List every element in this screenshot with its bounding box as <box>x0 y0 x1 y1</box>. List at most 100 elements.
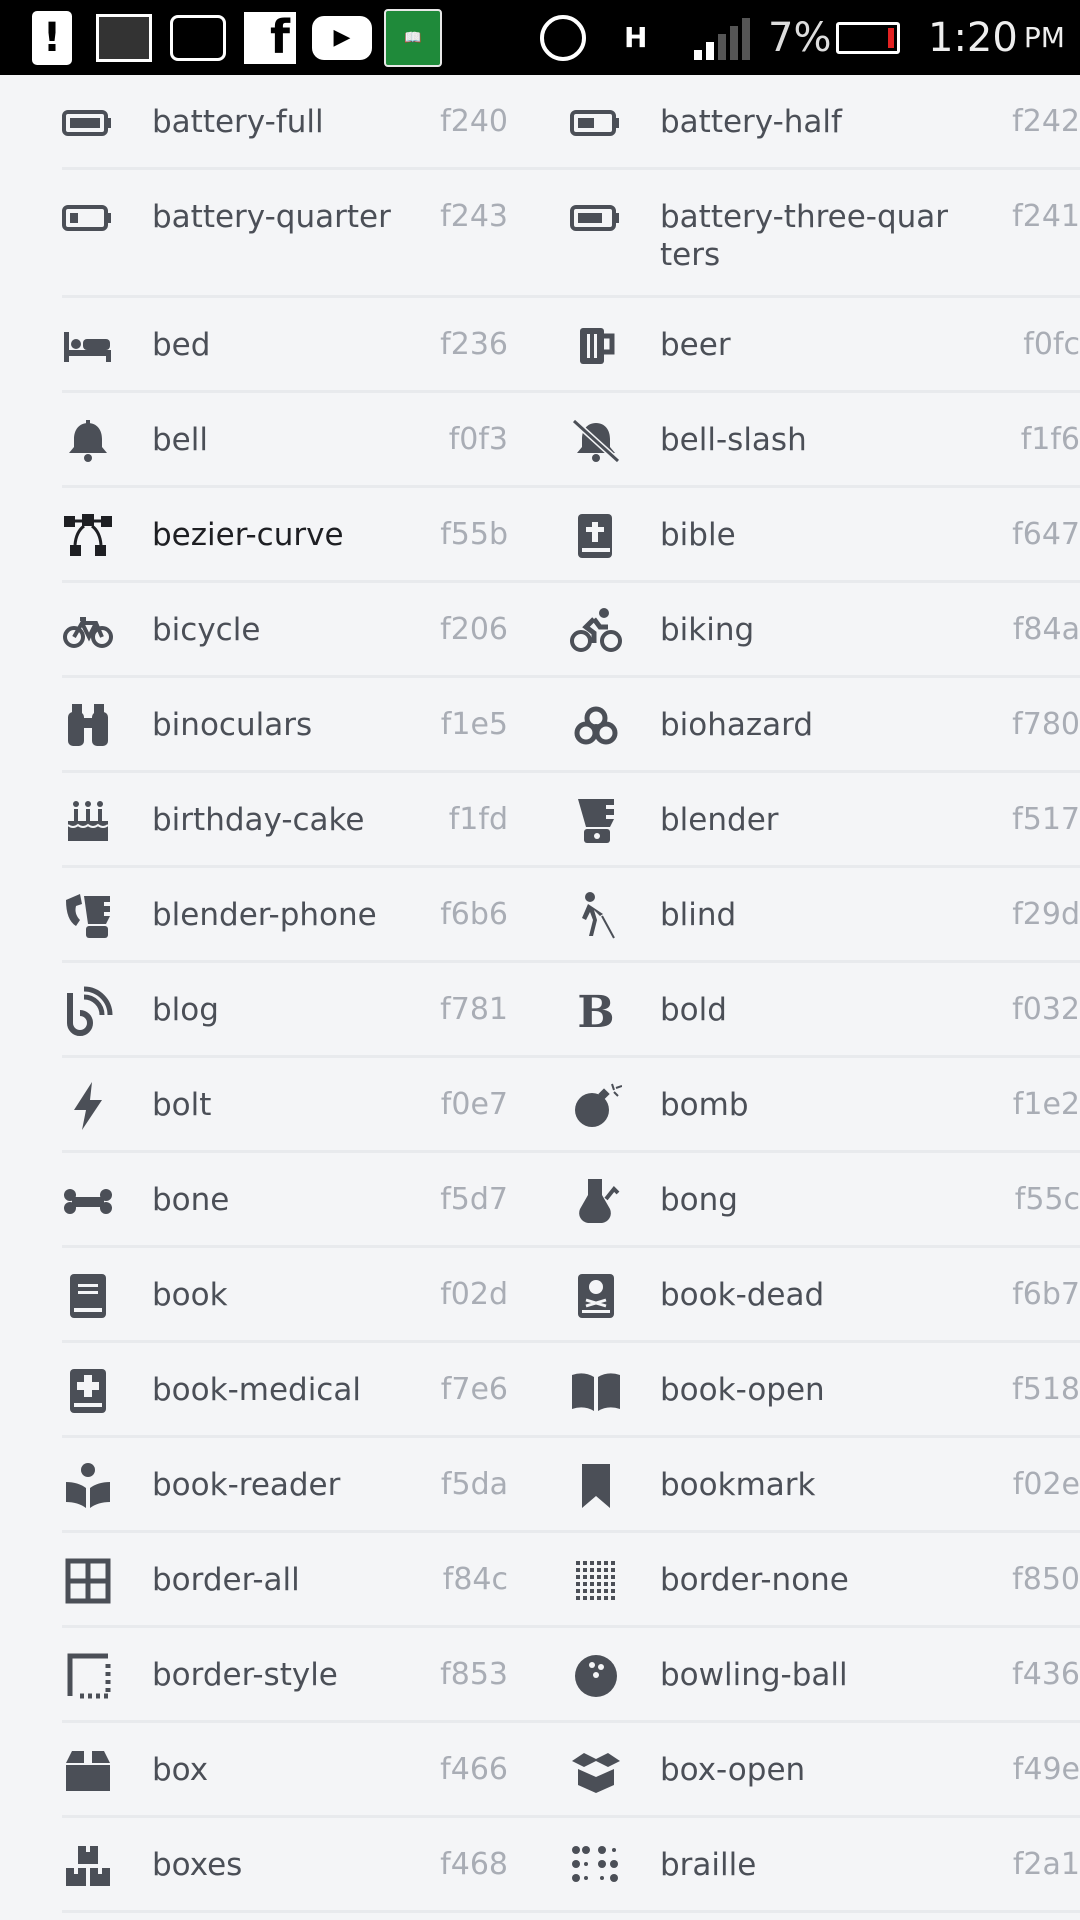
icon-name-line: bell-slash <box>660 422 807 458</box>
icon-item[interactable]: Bbold f032 <box>570 963 1080 1058</box>
signal-strength-icon <box>694 0 752 75</box>
icon-item[interactable]: bible f647 <box>570 488 1080 583</box>
network-type: H <box>624 21 648 54</box>
icon-row: bezier-curve f55b bible f647 <box>62 488 1080 583</box>
icon-code: f240 <box>440 104 508 139</box>
row-divider <box>62 1910 1080 1913</box>
icon-item[interactable]: bell-slash f1f6 <box>570 393 1080 488</box>
bell-slash-icon <box>570 393 622 488</box>
icon-item[interactable]: biohazard f780 <box>570 678 1080 773</box>
icon-row: bed f236 beer f0fc <box>62 298 1080 393</box>
icon-item[interactable]: battery-three-quar ters f241 <box>570 170 1080 298</box>
icon-name: box <box>152 1751 208 1789</box>
icon-name-line: blind <box>660 897 737 933</box>
biking-icon <box>570 583 622 678</box>
icon-name: bell <box>152 421 208 459</box>
battery-full-icon <box>62 75 114 170</box>
icon-row: book f02d book-dead f6b7 <box>62 1248 1080 1343</box>
icon-item[interactable]: blender-phone f6b6 <box>62 868 508 963</box>
icon-item[interactable]: book-dead f6b7 <box>570 1248 1080 1343</box>
icon-item[interactable]: bicycle f206 <box>62 583 508 678</box>
icon-name-line: bookmark <box>660 1467 816 1503</box>
icon-item[interactable]: book-open f518 <box>570 1343 1080 1438</box>
icon-name-line: birthday-cake <box>152 802 365 838</box>
icon-item[interactable]: bookmark f02e <box>570 1438 1080 1533</box>
icon-code: f0f3 <box>448 422 508 457</box>
icon-item[interactable]: biking f84a <box>570 583 1080 678</box>
icon-item[interactable]: book-medical f7e6 <box>62 1343 508 1438</box>
clock-time: 1:20 <box>928 14 1018 61</box>
icon-name-line: biking <box>660 612 755 648</box>
icon-name: braille <box>660 1846 756 1884</box>
icon-row: bicycle f206 biking f84a <box>62 583 1080 678</box>
icon-item[interactable]: blog f781 <box>62 963 508 1058</box>
icon-item[interactable]: box-open f49e <box>570 1723 1080 1818</box>
icon-code: f647 <box>1012 517 1080 552</box>
book-reader-icon <box>62 1438 114 1533</box>
icon-row: bolt f0e7 bomb f1e2 <box>62 1058 1080 1153</box>
icon-name-line: bicycle <box>152 612 261 648</box>
icon-name: biking <box>660 611 754 649</box>
battery-icon <box>836 0 900 75</box>
icon-item[interactable]: bell f0f3 <box>62 393 508 488</box>
icon-name-line: bible <box>660 517 736 553</box>
icon-name-line: book-reader <box>152 1467 341 1503</box>
clock: 1:20 PM <box>928 0 1065 75</box>
alarm-icon <box>540 0 586 75</box>
icon-name-line: bolt <box>152 1087 212 1123</box>
icon-item[interactable]: bed f236 <box>62 298 508 393</box>
clock-ampm: PM <box>1023 21 1065 54</box>
birthday-cake-icon <box>62 773 114 868</box>
bong-icon <box>570 1153 622 1248</box>
icon-item[interactable]: border-all f84c <box>62 1533 508 1628</box>
icon-item[interactable]: border-style f853 <box>62 1628 508 1723</box>
icon-item[interactable]: bowling-ball f436 <box>570 1628 1080 1723</box>
icon-name: border-all <box>152 1561 300 1599</box>
icon-name: bone <box>152 1181 229 1219</box>
icon-row: bone f5d7 bong f55c <box>62 1153 1080 1248</box>
icon-item[interactable]: bong f55c <box>570 1153 1080 1248</box>
bomb-icon <box>570 1058 622 1153</box>
icon-item[interactable]: blender f517 <box>570 773 1080 868</box>
icon-item[interactable]: book f02d <box>62 1248 508 1343</box>
icon-code: f242 <box>1012 104 1080 139</box>
icon-item[interactable]: binoculars f1e5 <box>62 678 508 773</box>
icon-code: f5da <box>440 1467 508 1502</box>
icon-item[interactable]: blind f29d <box>570 868 1080 963</box>
icon-code: f853 <box>440 1657 508 1692</box>
icon-name: bowling-ball <box>660 1656 848 1694</box>
bolt-icon <box>62 1058 114 1153</box>
bicycle-icon <box>62 583 114 678</box>
icon-item[interactable]: battery-full f240 <box>62 75 508 170</box>
icon-code: f1f6 <box>1020 422 1080 457</box>
icon-name-line: bold <box>660 992 727 1028</box>
icon-item[interactable]: boxes f468 <box>62 1818 508 1913</box>
icon-item[interactable]: bomb f1e2 <box>570 1058 1080 1153</box>
icon-item[interactable]: birthday-cake f1fd <box>62 773 508 868</box>
icon-item[interactable]: box f466 <box>62 1723 508 1818</box>
icon-code: f436 <box>1012 1657 1080 1692</box>
icon-name-line: blender <box>660 802 779 838</box>
icon-item[interactable]: bezier-curve f55b <box>62 488 508 583</box>
icon-row: boxes f468 braille f2a1 <box>62 1818 1080 1913</box>
icon-name-line: beer <box>660 327 731 363</box>
icon-item[interactable]: book-reader f5da <box>62 1438 508 1533</box>
icon-item[interactable]: bolt f0e7 <box>62 1058 508 1153</box>
icon-code: f29d <box>1012 897 1080 932</box>
icon-name: book-reader <box>152 1466 340 1504</box>
icon-item[interactable]: battery-half f242 <box>570 75 1080 170</box>
icon-item[interactable]: beer f0fc <box>570 298 1080 393</box>
icon-item[interactable]: bone f5d7 <box>62 1153 508 1248</box>
icon-code: f236 <box>440 327 508 362</box>
icon-name-line: battery-three-quar <box>660 199 949 235</box>
icon-name-line: border-all <box>152 1562 300 1598</box>
icon-name: book-medical <box>152 1371 361 1409</box>
icon-code: f468 <box>440 1847 508 1882</box>
icon-item[interactable]: border-none f850 <box>570 1533 1080 1628</box>
icon-code: f55c <box>1014 1182 1080 1217</box>
icon-name-line: binoculars <box>152 707 313 743</box>
icon-code: f49e <box>1012 1752 1080 1787</box>
icon-row: border-all f84c border-none f850 <box>62 1533 1080 1628</box>
icon-item[interactable]: battery-quarter f243 <box>62 170 508 298</box>
icon-item[interactable]: braille f2a1 <box>570 1818 1080 1913</box>
